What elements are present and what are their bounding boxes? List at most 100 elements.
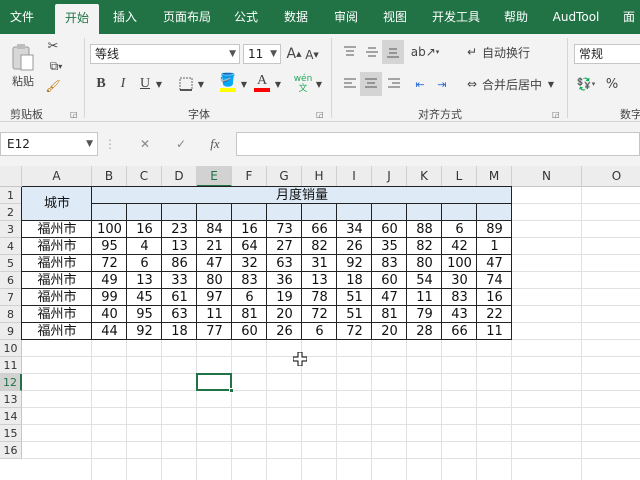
sales-value-cell[interactable]: 77 bbox=[197, 323, 232, 340]
sales-value-cell[interactable]: 61 bbox=[162, 289, 197, 306]
row-header-11[interactable]: 11 bbox=[0, 357, 22, 374]
sales-value-cell[interactable]: 13 bbox=[162, 238, 197, 255]
sales-value-cell[interactable]: 95 bbox=[92, 238, 127, 255]
chevron-down-icon[interactable]: ▼ bbox=[273, 76, 283, 92]
row-header-12[interactable]: 12 bbox=[0, 374, 22, 391]
sales-value-cell[interactable]: 31 bbox=[302, 255, 337, 272]
sales-value-cell[interactable]: 100 bbox=[442, 255, 477, 272]
sales-value-cell[interactable]: 13 bbox=[302, 272, 337, 289]
city-cell[interactable]: 福州市 bbox=[22, 306, 92, 323]
sales-value-cell[interactable]: 16 bbox=[232, 221, 267, 238]
sales-value-cell[interactable]: 26 bbox=[267, 323, 302, 340]
sales-value-cell[interactable]: 30 bbox=[442, 272, 477, 289]
chevron-down-icon[interactable]: ▼ bbox=[546, 76, 556, 92]
sales-value-cell[interactable]: 78 bbox=[302, 289, 337, 306]
font-launcher-icon[interactable]: ◲ bbox=[316, 110, 324, 119]
sales-value-cell[interactable]: 83 bbox=[442, 289, 477, 306]
worksheet-grid[interactable]: A B C D E F G H I J K L M N O 1 2 3 4 5 6 7 8 9 10 11 12 13 14 15 16 城市… bbox=[0, 166, 640, 480]
insert-function-icon[interactable]: fx bbox=[204, 135, 226, 153]
sales-value-cell[interactable]: 97 bbox=[197, 289, 232, 306]
tab-page-layout[interactable]: 页面布局 bbox=[155, 0, 219, 34]
tab-developer[interactable]: 开发工具 bbox=[424, 0, 488, 34]
sales-value-cell[interactable]: 33 bbox=[162, 272, 197, 289]
sales-value-cell[interactable]: 74 bbox=[477, 272, 512, 289]
sales-value-cell[interactable]: 95 bbox=[127, 306, 162, 323]
borders-icon[interactable] bbox=[176, 74, 196, 94]
row-header-7[interactable]: 7 bbox=[0, 289, 22, 306]
underline-button[interactable]: U bbox=[136, 74, 154, 94]
row-header-6[interactable]: 6 bbox=[0, 272, 22, 289]
wrap-text-button[interactable]: 自动换行 bbox=[482, 42, 534, 62]
sales-value-cell[interactable]: 6 bbox=[442, 221, 477, 238]
sales-value-cell[interactable]: 6 bbox=[302, 323, 337, 340]
currency-icon[interactable]: 💱 ▾ bbox=[574, 74, 598, 94]
sales-value-cell[interactable]: 60 bbox=[372, 221, 407, 238]
name-box[interactable]: E12 ▼ bbox=[0, 132, 98, 156]
sales-value-cell[interactable]: 83 bbox=[232, 272, 267, 289]
row-header-3[interactable]: 3 bbox=[0, 221, 22, 238]
cancel-icon[interactable]: ✕ bbox=[136, 135, 154, 153]
phonetic-guide-icon[interactable]: wén 文 bbox=[292, 72, 314, 96]
row-header-13[interactable]: 13 bbox=[0, 391, 22, 408]
fill-color-icon[interactable]: 🪣 bbox=[218, 72, 238, 94]
align-bottom-icon[interactable] bbox=[382, 40, 404, 64]
orientation-icon[interactable]: ab↗ ▾ bbox=[411, 42, 440, 62]
sales-value-cell[interactable]: 99 bbox=[92, 289, 127, 306]
sales-value-cell[interactable]: 16 bbox=[127, 221, 162, 238]
sales-value-cell[interactable]: 60 bbox=[232, 323, 267, 340]
column-header-h[interactable]: H bbox=[302, 166, 337, 187]
bold-button[interactable]: B bbox=[92, 74, 110, 94]
column-header-c[interactable]: C bbox=[127, 166, 162, 187]
sales-value-cell[interactable]: 1 bbox=[477, 238, 512, 255]
tab-home[interactable]: 开始 bbox=[55, 4, 99, 34]
sales-value-cell[interactable]: 21 bbox=[197, 238, 232, 255]
shrink-font-button[interactable]: A ▼ bbox=[304, 46, 320, 64]
sales-value-cell[interactable]: 81 bbox=[232, 306, 267, 323]
fill-handle[interactable] bbox=[229, 388, 234, 393]
sales-value-cell[interactable]: 88 bbox=[407, 221, 442, 238]
format-painter-icon[interactable]: 🖌 bbox=[44, 78, 62, 94]
sales-value-cell[interactable]: 4 bbox=[127, 238, 162, 255]
row-header-8[interactable]: 8 bbox=[0, 306, 22, 323]
font-size-select[interactable]: 11 ▼ bbox=[243, 44, 281, 64]
chevron-down-icon[interactable]: ▼ bbox=[314, 76, 324, 92]
row-header-5[interactable]: 5 bbox=[0, 255, 22, 272]
sales-value-cell[interactable]: 42 bbox=[442, 238, 477, 255]
city-cell[interactable]: 福州市 bbox=[22, 289, 92, 306]
row-header-10[interactable]: 10 bbox=[0, 340, 22, 357]
sales-value-cell[interactable]: 34 bbox=[337, 221, 372, 238]
cut-icon[interactable]: ✂ bbox=[44, 38, 62, 54]
column-header-l[interactable]: L bbox=[442, 166, 477, 187]
tab-formulas[interactable]: 公式 bbox=[226, 0, 266, 34]
tab-overflow[interactable]: 面 bbox=[618, 0, 640, 34]
align-middle-icon[interactable] bbox=[362, 42, 382, 62]
tab-audtool[interactable]: AudTool bbox=[546, 0, 606, 34]
sales-value-cell[interactable]: 92 bbox=[127, 323, 162, 340]
sales-value-cell[interactable]: 66 bbox=[302, 221, 337, 238]
decrease-indent-icon[interactable]: ⇤ bbox=[410, 74, 430, 94]
column-header-n[interactable]: N bbox=[512, 166, 582, 187]
sales-value-cell[interactable]: 72 bbox=[92, 255, 127, 272]
tab-file[interactable]: 文件 bbox=[0, 0, 44, 34]
column-header-k[interactable]: K bbox=[407, 166, 442, 187]
number-format-select[interactable]: 常规 bbox=[574, 44, 640, 64]
sales-value-cell[interactable]: 20 bbox=[267, 306, 302, 323]
align-top-icon[interactable] bbox=[340, 42, 360, 62]
merge-center-icon[interactable]: ⇔ bbox=[462, 74, 482, 94]
paste-icon[interactable] bbox=[6, 40, 40, 76]
sales-value-cell[interactable]: 82 bbox=[302, 238, 337, 255]
row-header-15[interactable]: 15 bbox=[0, 425, 22, 442]
sales-value-cell[interactable]: 45 bbox=[127, 289, 162, 306]
sales-value-cell[interactable]: 51 bbox=[337, 306, 372, 323]
sales-value-cell[interactable]: 89 bbox=[477, 221, 512, 238]
sales-value-cell[interactable]: 86 bbox=[162, 255, 197, 272]
sales-value-cell[interactable]: 80 bbox=[197, 272, 232, 289]
column-header-j[interactable]: J bbox=[372, 166, 407, 187]
sales-value-cell[interactable]: 6 bbox=[232, 289, 267, 306]
column-header-f[interactable]: F bbox=[232, 166, 267, 187]
sales-value-cell[interactable]: 80 bbox=[407, 255, 442, 272]
column-header-i[interactable]: I bbox=[337, 166, 372, 187]
sales-value-cell[interactable]: 66 bbox=[442, 323, 477, 340]
align-right-icon[interactable] bbox=[384, 74, 404, 94]
sales-value-cell[interactable]: 73 bbox=[267, 221, 302, 238]
